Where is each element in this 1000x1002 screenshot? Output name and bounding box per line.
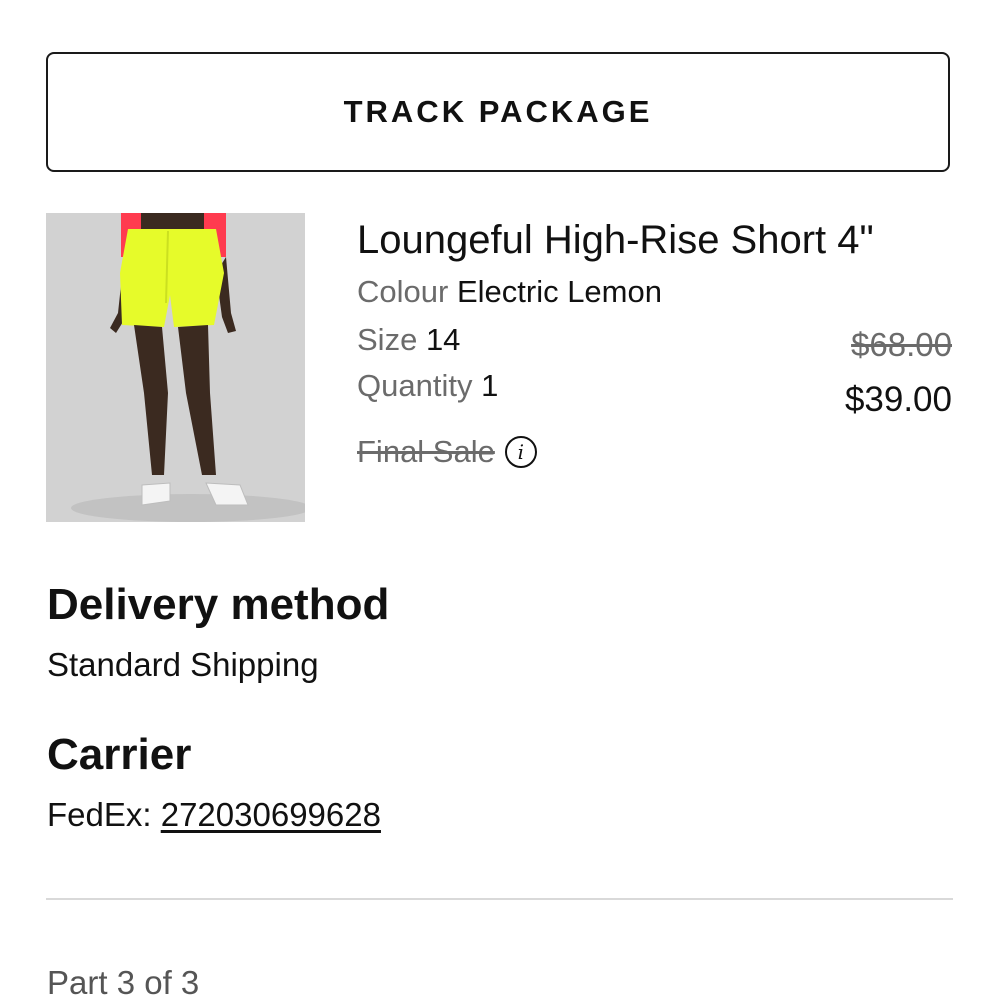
carrier-info: FedEx: 272030699628	[47, 796, 381, 834]
carrier-name: FedEx:	[47, 796, 152, 833]
quantity-label: Quantity	[357, 368, 473, 403]
track-package-button[interactable]: TRACK PACKAGE	[46, 52, 950, 172]
product-quantity: Quantity 1	[357, 368, 498, 404]
info-icon[interactable]: i	[504, 436, 537, 468]
delivery-method-value: Standard Shipping	[47, 646, 319, 683]
product-name[interactable]: Loungeful High-Rise Short 4"	[357, 218, 874, 263]
shipment-status-partial	[0, 0, 1000, 12]
tracking-number-link[interactable]: 272030699628	[161, 796, 381, 833]
sale-price: $39.00	[844, 380, 952, 419]
original-price: $68.00	[851, 326, 952, 363]
product-photo	[46, 213, 305, 522]
shipment-part-label: Part 3 of 3	[47, 964, 200, 1001]
delivery-method-heading: Delivery method	[47, 580, 390, 629]
colour-value: Electric Lemon	[456, 274, 662, 309]
product-image[interactable]	[46, 213, 305, 522]
final-sale-label: Final Sale	[357, 434, 495, 469]
size-value: 14	[425, 322, 461, 357]
carrier-heading: Carrier	[47, 730, 192, 779]
colour-label: Colour	[357, 274, 449, 309]
section-divider	[46, 898, 953, 900]
product-size: Size 14	[357, 322, 460, 358]
final-sale-row: Final Sale i	[357, 434, 537, 470]
product-colour: Colour Electric Lemon	[357, 274, 662, 310]
quantity-value: 1	[481, 368, 499, 403]
size-label: Size	[357, 322, 418, 357]
